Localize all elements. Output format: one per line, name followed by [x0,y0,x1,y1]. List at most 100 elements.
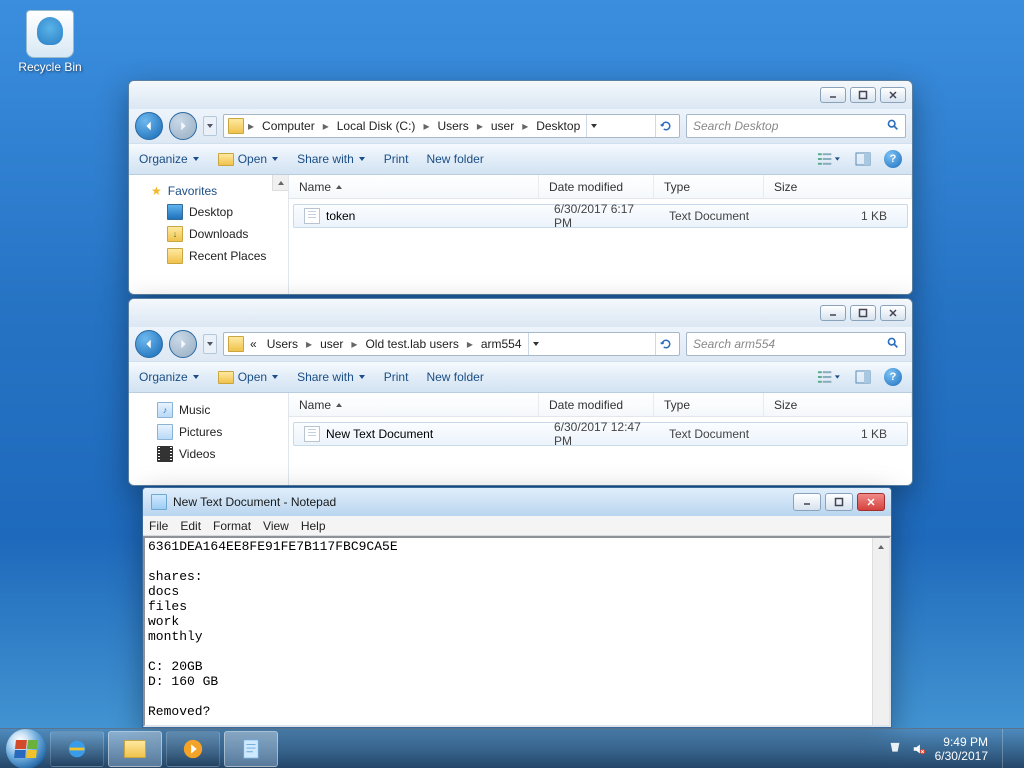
crumb-users[interactable]: Users [433,119,472,133]
recycle-bin[interactable]: Recycle Bin [15,10,85,74]
refresh-button[interactable] [655,333,675,355]
task-ie[interactable] [50,731,104,767]
notepad-window[interactable]: New Text Document - Notepad File Edit Fo… [142,487,892,728]
menu-help[interactable]: Help [301,519,326,533]
crumb-user[interactable]: user [487,119,518,133]
maximize-button[interactable] [850,87,876,103]
col-name[interactable]: Name [289,175,539,198]
minimize-button[interactable] [820,305,846,321]
col-name[interactable]: Name [289,393,539,416]
menu-format[interactable]: Format [213,519,251,533]
sidebar-item-recent[interactable]: Recent Places [129,245,288,267]
task-explorer[interactable] [108,731,162,767]
maximize-button[interactable] [825,493,853,511]
sidebar-item-videos[interactable]: Videos [129,443,288,465]
scroll-up-icon[interactable] [873,538,889,555]
newfolder-button[interactable]: New folder [426,370,483,384]
help-button[interactable]: ? [884,368,902,386]
close-button[interactable] [857,493,885,511]
file-size: 1 KB [769,209,907,223]
organize-button[interactable]: Organize [139,370,200,384]
favorites-header[interactable]: ★Favorites [129,181,288,201]
open-button[interactable]: Open [218,152,279,166]
crumb-dropdown[interactable] [586,115,601,137]
close-button[interactable] [880,87,906,103]
newfolder-button[interactable]: New folder [426,152,483,166]
file-row[interactable]: New Text Document 6/30/2017 12:47 PM Tex… [293,422,908,446]
menu-edit[interactable]: Edit [180,519,201,533]
view-options-button[interactable] [816,149,842,169]
sidebar-item-pictures[interactable]: Pictures [129,421,288,443]
titlebar[interactable] [129,81,912,109]
col-date[interactable]: Date modified [539,393,654,416]
text-area[interactable]: 6361DEA164EE8FE91FE7B117FBC9CA5E shares:… [143,536,891,727]
text-file-icon [304,426,320,442]
col-type[interactable]: Type [654,175,764,198]
print-button[interactable]: Print [384,152,409,166]
forward-button[interactable] [169,330,197,358]
help-button[interactable]: ? [884,150,902,168]
col-size[interactable]: Size [764,393,912,416]
sidebar-item-music[interactable]: Music [129,399,288,421]
open-button[interactable]: Open [218,370,279,384]
start-button[interactable] [6,729,46,768]
sidebar-item-desktop[interactable]: Desktop [129,201,288,223]
crumb-dropdown[interactable] [528,333,543,355]
back-button[interactable] [135,112,163,140]
maximize-button[interactable] [850,305,876,321]
sort-asc-icon [335,183,343,191]
menu-view[interactable]: View [263,519,289,533]
sidebar-item-downloads[interactable]: Downloads [129,223,288,245]
share-button[interactable]: Share with [297,370,366,384]
crumb-user[interactable]: user [316,337,347,351]
titlebar[interactable] [129,299,912,327]
minimize-button[interactable] [820,87,846,103]
file-row[interactable]: token 6/30/2017 6:17 PM Text Document 1 … [293,204,908,228]
titlebar[interactable]: New Text Document - Notepad [143,488,891,516]
explorer-window-desktop[interactable]: ▸Computer ▸Local Disk (C:) ▸Users ▸user … [128,80,913,295]
task-notepad[interactable] [224,731,278,767]
col-size[interactable]: Size [764,175,912,198]
col-type[interactable]: Type [654,393,764,416]
search-input[interactable]: Search arm554 [686,332,906,356]
volume-icon[interactable] [911,741,927,757]
sidebar-scroll-up[interactable] [272,175,288,191]
music-icon [157,402,173,418]
crumb-computer[interactable]: Computer [258,119,319,133]
crumb-c[interactable]: Local Disk (C:) [333,119,420,133]
crumb-desktop[interactable]: Desktop [532,119,584,133]
show-desktop-button[interactable] [1002,729,1014,768]
forward-button[interactable] [169,112,197,140]
nav-history-dropdown[interactable] [203,116,217,136]
clock[interactable]: 9:49 PM 6/30/2017 [935,735,988,763]
breadcrumb[interactable]: ▸Computer ▸Local Disk (C:) ▸Users ▸user … [223,114,680,138]
view-options-button[interactable] [816,367,842,387]
back-button[interactable] [135,330,163,358]
breadcrumb[interactable]: « Users ▸user ▸Old test.lab users ▸arm55… [223,332,680,356]
taskbar: 9:49 PM 6/30/2017 [0,728,1024,768]
print-button[interactable]: Print [384,370,409,384]
minimize-button[interactable] [793,493,821,511]
nav-history-dropdown[interactable] [203,334,217,354]
search-input[interactable]: Search Desktop [686,114,906,138]
column-headers[interactable]: Name Date modified Type Size [289,393,912,417]
col-date[interactable]: Date modified [539,175,654,198]
share-button[interactable]: Share with [297,152,366,166]
crumb-users[interactable]: Users [263,337,302,351]
windows-logo-icon [14,740,38,758]
preview-pane-button[interactable] [850,149,876,169]
crumb-overflow[interactable]: « [246,337,261,351]
crumb-oldtest[interactable]: Old test.lab users [361,337,462,351]
organize-button[interactable]: Organize [139,152,200,166]
task-wmp[interactable] [166,731,220,767]
crumb-arm554[interactable]: arm554 [477,337,526,351]
vertical-scrollbar[interactable] [872,538,889,725]
preview-pane-button[interactable] [850,367,876,387]
refresh-button[interactable] [655,115,675,137]
action-center-icon[interactable] [887,741,903,757]
menu-file[interactable]: File [149,519,168,533]
folder-icon [124,740,146,758]
explorer-window-arm554[interactable]: « Users ▸user ▸Old test.lab users ▸arm55… [128,298,913,486]
close-button[interactable] [880,305,906,321]
column-headers[interactable]: Name Date modified Type Size [289,175,912,199]
